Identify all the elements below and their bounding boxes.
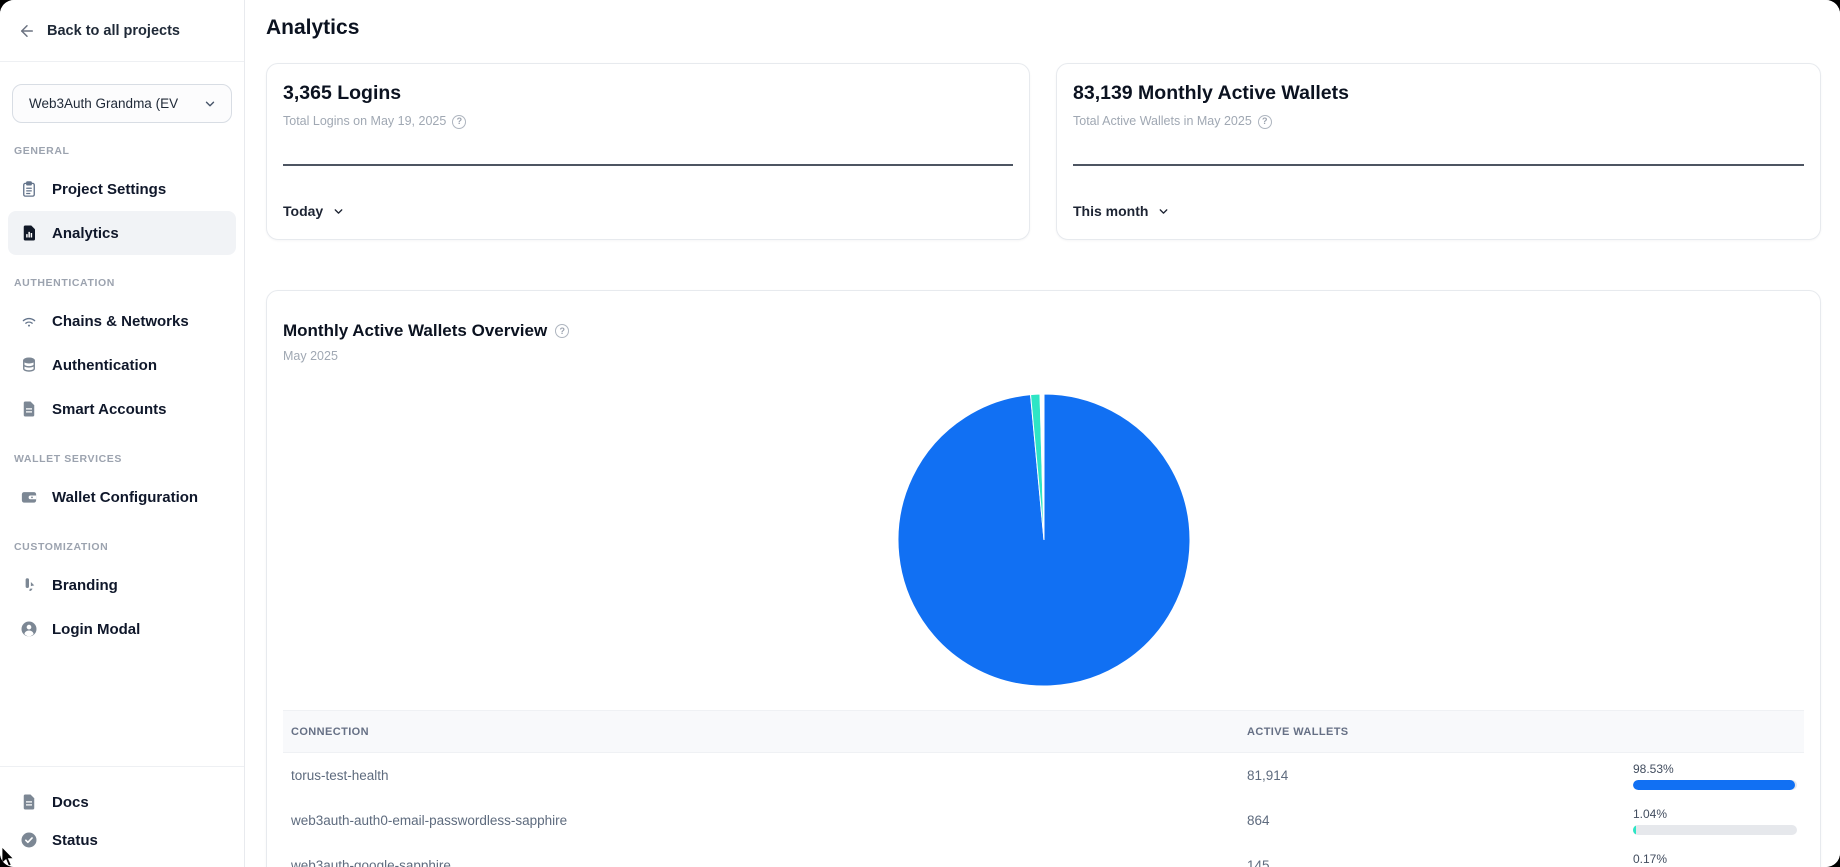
- main-content: Analytics 3,365 Logins Total Logins on M…: [245, 0, 1840, 867]
- authentication-icon: [20, 356, 38, 374]
- table-row[interactable]: web3auth-auth0-email-passwordless-sapphi…: [283, 798, 1804, 843]
- logins-value: 3,365 Logins: [283, 80, 1013, 106]
- chevron-down-icon: [1157, 205, 1170, 218]
- docs-icon: [20, 793, 38, 811]
- sidebar-item-label: Smart Accounts: [52, 401, 166, 418]
- project-selector-value: Web3Auth Grandma (EV: [29, 96, 178, 111]
- status-icon: [20, 831, 38, 849]
- back-to-projects-link[interactable]: Back to all projects: [0, 0, 244, 62]
- sidebar-item-project-settings[interactable]: Project Settings: [8, 167, 236, 211]
- back-arrow-icon: [18, 22, 36, 40]
- active-wallets-value: 83,139 Monthly Active Wallets: [1073, 80, 1804, 106]
- project-selector[interactable]: Web3Auth Grandma (EV: [12, 84, 232, 123]
- connections-table: CONNECTION ACTIVE WALLETS torus-test-hea…: [283, 710, 1804, 867]
- percent-bar: [1633, 780, 1797, 790]
- active-wallets-pie-chart: [898, 394, 1190, 686]
- help-icon[interactable]: ?: [1258, 115, 1272, 129]
- logins-period-value: Today: [283, 203, 323, 219]
- sidebar-item-label: Status: [52, 832, 98, 849]
- stat-card-row: 3,365 Logins Total Logins on May 19, 202…: [266, 63, 1821, 240]
- active-wallets-count: 145: [1247, 858, 1633, 867]
- sidebar-item-label: Project Settings: [52, 181, 166, 198]
- project-settings-icon: [20, 180, 38, 198]
- percent-bar: [1633, 825, 1797, 835]
- sidebar-item-login-modal[interactable]: Login Modal: [8, 607, 236, 651]
- percent-label: 98.53%: [1633, 762, 1804, 776]
- chevron-down-icon: [203, 97, 217, 111]
- sidebar-item-label: Branding: [52, 577, 118, 594]
- sidebar-nav: GENERAL Project Settings Analytics AUTHENTI…: [0, 123, 244, 651]
- sidebar-footer: Docs Status: [0, 766, 244, 867]
- sidebar-item-label: Wallet Configuration: [52, 489, 198, 506]
- connection-name: web3auth-google-sapphire: [283, 858, 1247, 867]
- connection-name: web3auth-auth0-email-passwordless-sapphi…: [283, 813, 1247, 828]
- sidebar-item-label: Chains & Networks: [52, 313, 189, 330]
- active-wallets-subtitle: Total Active Wallets in May 2025: [1073, 113, 1252, 130]
- pie-chart-svg: [898, 394, 1190, 686]
- sidebar-item-label: Login Modal: [52, 621, 140, 638]
- sidebar-item-status[interactable]: Status: [8, 821, 236, 859]
- logins-period-dropdown[interactable]: Today: [283, 203, 345, 219]
- percent-cell: 1.04%: [1633, 807, 1804, 835]
- percent-label: 1.04%: [1633, 807, 1804, 821]
- active-wallets-count: 864: [1247, 813, 1633, 828]
- column-header-active-wallets: ACTIVE WALLETS: [1247, 726, 1633, 738]
- sidebar-item-label: Analytics: [52, 225, 119, 242]
- sidebar-item-docs[interactable]: Docs: [8, 783, 236, 821]
- login-modal-icon: [20, 620, 38, 638]
- percent-bar-fill: [1633, 825, 1636, 835]
- branding-icon: [20, 576, 38, 594]
- table-body: torus-test-health81,91498.53% web3auth-au…: [283, 753, 1804, 867]
- sidebar-item-smart-accounts[interactable]: Smart Accounts: [8, 387, 236, 431]
- active-wallets-stat-card: 83,139 Monthly Active Wallets Total Acti…: [1056, 63, 1821, 240]
- sidebar-item-analytics[interactable]: Analytics: [8, 211, 236, 255]
- column-header-connection: CONNECTION: [283, 726, 1247, 738]
- sidebar-item-authentication[interactable]: Authentication: [8, 343, 236, 387]
- percent-bar-fill: [1633, 780, 1795, 790]
- chart-baseline: [283, 164, 1013, 166]
- table-row[interactable]: web3auth-google-sapphire1450.17%: [283, 843, 1804, 867]
- overview-subtitle: May 2025: [283, 349, 1804, 363]
- logins-subtitle: Total Logins on May 19, 2025: [283, 113, 446, 130]
- sidebar: Back to all projects Web3Auth Grandma (E…: [0, 0, 245, 867]
- active-wallets-period-dropdown[interactable]: This month: [1073, 203, 1170, 219]
- sidebar-item-wallet-configuration[interactable]: Wallet Configuration: [8, 475, 236, 519]
- sidebar-item-label: Authentication: [52, 357, 157, 374]
- nav-section-label: GENERAL: [14, 145, 230, 157]
- logins-stat-card: 3,365 Logins Total Logins on May 19, 202…: [266, 63, 1030, 240]
- nav-section-label: WALLET SERVICES: [14, 453, 230, 465]
- nav-section-label: CUSTOMIZATION: [14, 541, 230, 553]
- sidebar-item-branding[interactable]: Branding: [8, 563, 236, 607]
- percent-cell: 0.17%: [1633, 852, 1804, 867]
- nav-section-label: AUTHENTICATION: [14, 277, 230, 289]
- table-row[interactable]: torus-test-health81,91498.53%: [283, 753, 1804, 798]
- sidebar-item-label: Docs: [52, 794, 89, 811]
- help-icon[interactable]: ?: [555, 324, 569, 338]
- sidebar-item-chains-networks[interactable]: Chains & Networks: [8, 299, 236, 343]
- smart-accounts-icon: [20, 400, 38, 418]
- table-header-row: CONNECTION ACTIVE WALLETS: [283, 710, 1804, 753]
- wallet-configuration-icon: [20, 488, 38, 506]
- page-title: Analytics: [266, 16, 359, 40]
- active-wallets-count: 81,914: [1247, 768, 1633, 783]
- chains-networks-icon: [20, 312, 38, 330]
- chart-baseline: [1073, 164, 1804, 166]
- analytics-icon: [20, 224, 38, 242]
- back-to-projects-label: Back to all projects: [47, 23, 180, 39]
- connection-name: torus-test-health: [283, 768, 1247, 783]
- chevron-down-icon: [332, 205, 345, 218]
- app-window: Back to all projects Web3Auth Grandma (E…: [0, 0, 1840, 867]
- percent-cell: 98.53%: [1633, 762, 1804, 790]
- monthly-overview-card: Monthly Active Wallets Overview ? May 20…: [266, 290, 1821, 867]
- active-wallets-period-value: This month: [1073, 203, 1148, 219]
- help-icon[interactable]: ?: [452, 115, 466, 129]
- percent-label: 0.17%: [1633, 852, 1804, 866]
- overview-title: Monthly Active Wallets Overview: [283, 320, 547, 342]
